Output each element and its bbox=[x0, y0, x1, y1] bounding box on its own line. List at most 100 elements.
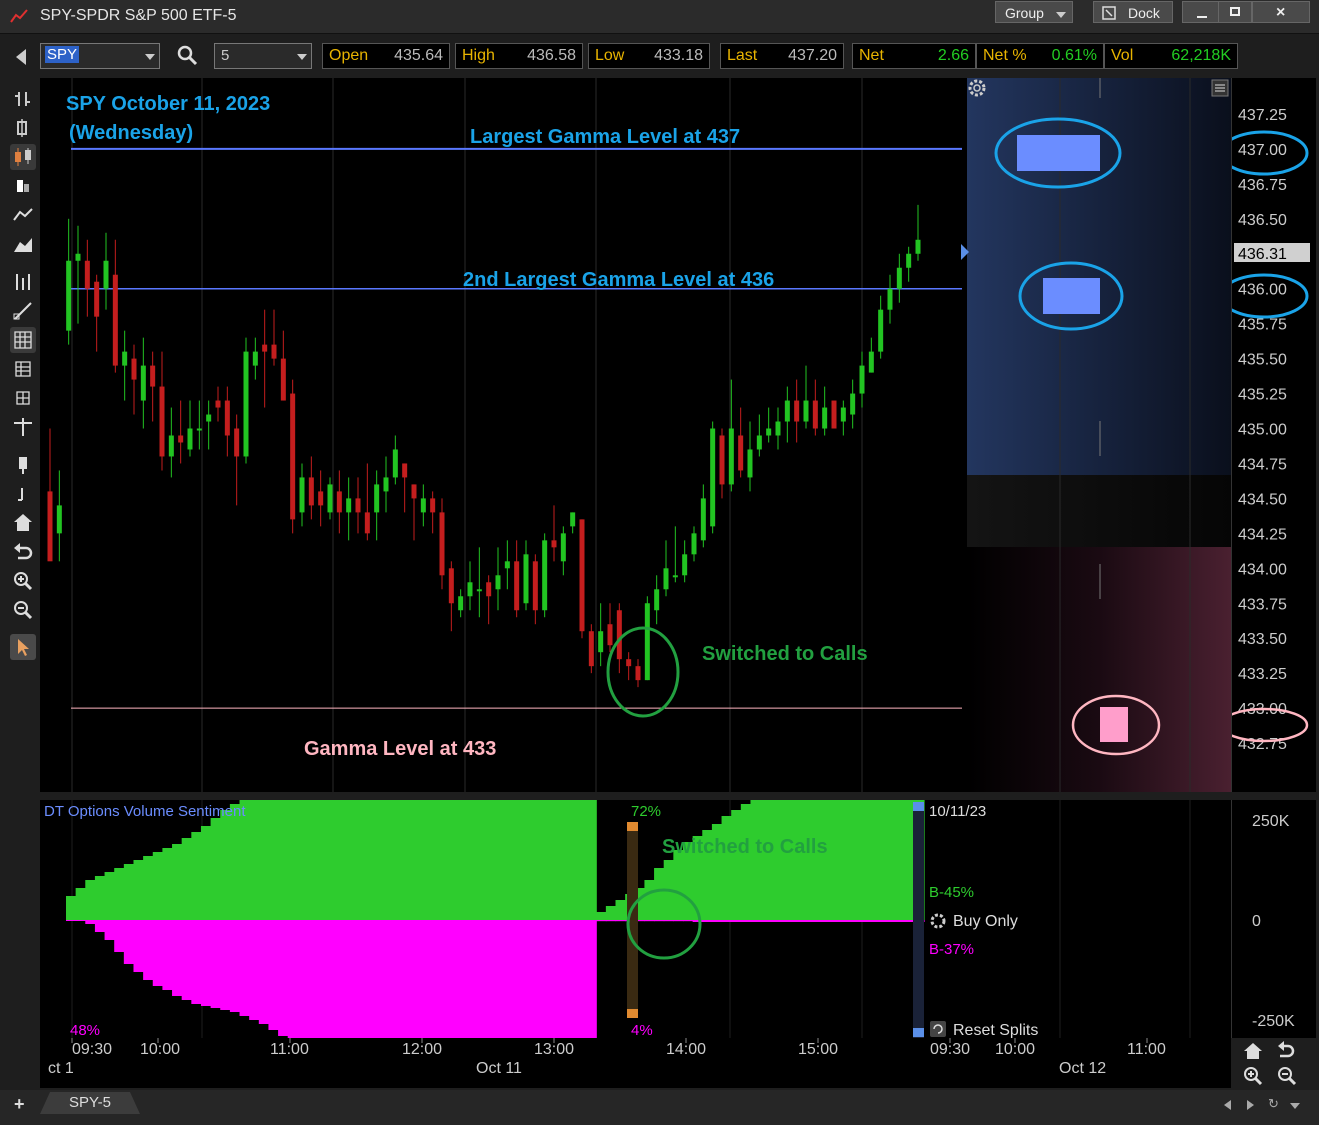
reset-splits-label[interactable]: Reset Splits bbox=[953, 1022, 1038, 1038]
bar-style-tool[interactable] bbox=[10, 86, 36, 112]
calls-bar bbox=[721, 816, 732, 920]
hollow-candle-tool[interactable] bbox=[10, 173, 36, 199]
grid-tool[interactable] bbox=[10, 327, 36, 353]
dock-button[interactable]: Dock bbox=[1093, 1, 1173, 23]
candle bbox=[206, 400, 212, 450]
home-icon[interactable] bbox=[1244, 1043, 1262, 1059]
candle-body bbox=[504, 561, 510, 569]
crosshair-tool[interactable] bbox=[10, 414, 36, 440]
time-axis[interactable]: 09:30 10:00 11:00 12:00 13:00 14:00 15:00 09:30… bbox=[40, 1038, 1231, 1088]
ohlc-tool[interactable] bbox=[10, 115, 36, 141]
calls-bar bbox=[740, 804, 752, 920]
small-grid-tool[interactable] bbox=[10, 385, 36, 411]
zoom-in-icon[interactable] bbox=[10, 568, 36, 594]
zoom-in-icon[interactable] bbox=[1244, 1067, 1263, 1086]
gear-icon[interactable] bbox=[930, 913, 946, 929]
undo-icon[interactable] bbox=[1278, 1041, 1295, 1058]
candle-body bbox=[75, 253, 81, 261]
sentiment-panel[interactable]: DT Options Volume Sentiment 72% 4% 48% S… bbox=[40, 800, 1231, 1038]
calls-bar bbox=[615, 900, 626, 920]
gamma-box-437 bbox=[1017, 135, 1100, 171]
candle bbox=[672, 526, 678, 583]
candle-body bbox=[626, 659, 632, 667]
candle-body bbox=[243, 351, 249, 457]
puts-bar bbox=[297, 920, 308, 1038]
candle-body bbox=[616, 610, 622, 660]
collapse-left-icon[interactable] bbox=[16, 49, 26, 65]
puts-bar bbox=[740, 920, 752, 922]
volume-tool[interactable] bbox=[10, 269, 36, 295]
candle bbox=[579, 519, 585, 639]
puts-bar bbox=[66, 920, 77, 921]
calls-bar bbox=[75, 888, 86, 920]
gamma-436-label: 2nd Largest Gamma Level at 436 bbox=[463, 269, 774, 291]
symbol-input[interactable]: SPY bbox=[40, 43, 160, 69]
candle-body bbox=[56, 505, 62, 534]
calls-bar bbox=[576, 800, 588, 920]
puts-bar bbox=[499, 920, 511, 1038]
zoom-out-icon[interactable] bbox=[10, 597, 36, 623]
add-tab-icon[interactable]: + bbox=[14, 1094, 25, 1115]
group-button[interactable]: Group bbox=[995, 1, 1073, 23]
chevron-down-icon[interactable] bbox=[1290, 1103, 1300, 1109]
calls-bar bbox=[538, 800, 549, 920]
buy-only-label[interactable]: Buy Only bbox=[953, 913, 1018, 930]
cursor-tool[interactable] bbox=[10, 634, 36, 660]
calls-bar bbox=[143, 856, 154, 920]
candlestick-tool[interactable] bbox=[10, 144, 36, 170]
candle-body bbox=[140, 365, 146, 401]
puts-bar bbox=[345, 920, 356, 1038]
candle bbox=[299, 463, 305, 527]
price-marker-tool[interactable] bbox=[10, 452, 36, 478]
close-button[interactable]: × bbox=[1252, 1, 1310, 23]
flag-tool[interactable] bbox=[10, 481, 36, 507]
minimize-button[interactable] bbox=[1182, 1, 1220, 23]
search-icon[interactable] bbox=[177, 45, 199, 67]
puts-bar bbox=[673, 920, 684, 922]
chevron-down-icon[interactable] bbox=[145, 54, 155, 60]
candle bbox=[756, 414, 762, 457]
tab-spy-5[interactable]: SPY-5 bbox=[40, 1092, 140, 1114]
candle-body bbox=[84, 260, 90, 289]
puts-bar bbox=[663, 920, 674, 922]
price-chart[interactable]: SPY October 11, 2023 (Wednesday) Largest… bbox=[40, 78, 1231, 792]
time-tick-label: 12:00 bbox=[402, 1041, 442, 1058]
candle-body bbox=[131, 358, 137, 380]
chevron-down-icon[interactable] bbox=[297, 54, 307, 60]
candle-body bbox=[756, 435, 762, 450]
calls-bar bbox=[846, 800, 858, 920]
calls-bar bbox=[644, 880, 655, 920]
menu-icon[interactable] bbox=[1211, 79, 1229, 97]
refresh-icon[interactable]: ↻ bbox=[1268, 1096, 1279, 1112]
table-tool[interactable] bbox=[10, 356, 36, 382]
home-icon[interactable] bbox=[10, 510, 36, 536]
candle-body bbox=[187, 428, 193, 450]
scroll-left-icon[interactable] bbox=[1224, 1100, 1231, 1110]
interval-input[interactable]: 5 bbox=[214, 43, 312, 69]
quote-label: Last bbox=[727, 47, 758, 64]
area-chart-tool[interactable] bbox=[10, 231, 36, 257]
quote-value: 433.18 bbox=[654, 47, 703, 64]
zoom-out-icon[interactable] bbox=[1278, 1067, 1297, 1086]
price-axis[interactable]: 437.25437.00436.75436.50436.25436.00435.… bbox=[1231, 78, 1316, 792]
calls-bar bbox=[673, 850, 684, 920]
candle-body bbox=[383, 477, 389, 492]
puts-bar bbox=[220, 920, 231, 1010]
sentiment-axis[interactable]: 500K250K0-250K-500K bbox=[1231, 800, 1316, 1038]
reset-icon[interactable] bbox=[930, 1021, 946, 1037]
sentiment-chart[interactable]: DT Options Volume Sentiment 72% 4% 48% S… bbox=[40, 800, 1231, 1038]
price-chart-panel[interactable]: SPY October 11, 2023 (Wednesday) Largest… bbox=[40, 78, 1231, 792]
candle bbox=[626, 652, 632, 681]
candle-body bbox=[495, 575, 501, 590]
line-chart-tool[interactable] bbox=[10, 202, 36, 228]
candle-body bbox=[672, 575, 678, 578]
puts-bar bbox=[721, 920, 732, 922]
trendline-tool[interactable] bbox=[10, 298, 36, 324]
puts-bar bbox=[885, 920, 896, 922]
time-tick-label: 11:00 bbox=[270, 1041, 309, 1058]
maximize-button[interactable] bbox=[1218, 1, 1252, 23]
puts-bar bbox=[846, 920, 858, 922]
undo-icon[interactable] bbox=[10, 539, 36, 565]
calls-bar bbox=[509, 800, 520, 920]
scroll-right-icon[interactable] bbox=[1247, 1100, 1254, 1110]
